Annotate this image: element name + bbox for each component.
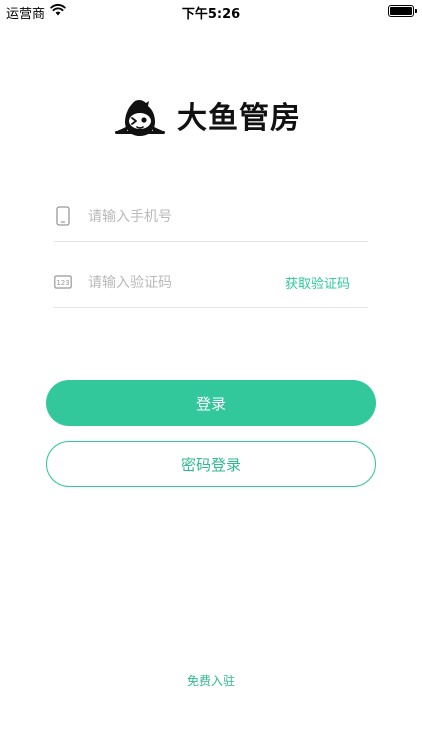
status-time: 下午5:26 — [181, 7, 241, 22]
battery-icon — [388, 5, 417, 17]
login-button[interactable]: 登录 — [46, 380, 376, 426]
get-code-button[interactable]: 获取验证码 — [285, 273, 350, 292]
status-bar: 运营商 下午5:26 — [0, 0, 422, 22]
penguin-mascot-icon — [115, 99, 165, 136]
password-login-button[interactable]: 密码登录 — [46, 441, 376, 487]
battery-level — [390, 7, 412, 15]
phone-icon — [56, 206, 70, 226]
phone-field — [54, 192, 368, 242]
free-join-link[interactable]: 免费入驻 — [0, 672, 422, 689]
numeric-code-icon: 123 — [54, 275, 72, 289]
numeric-code-icon-text: 123 — [56, 279, 69, 287]
verification-code-input[interactable] — [88, 270, 288, 296]
app-logo: 大鱼管房 — [113, 98, 313, 142]
logo-text: 大鱼管房 — [177, 101, 301, 136]
phone-input[interactable] — [88, 204, 288, 230]
verification-code-field: 123 获取验证码 — [54, 258, 368, 308]
